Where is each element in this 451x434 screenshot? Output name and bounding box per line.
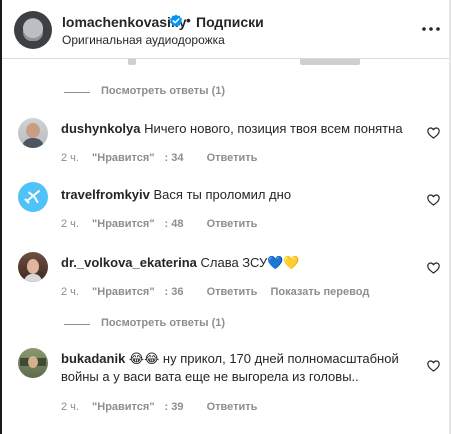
view-replies-button[interactable]: Посмотреть ответы (1) — [101, 85, 225, 97]
window-left-edge — [0, 0, 2, 434]
comment-likes[interactable]: "Нравится": 48 — [92, 218, 194, 230]
commenter-avatar[interactable] — [18, 182, 48, 212]
comment-time: 2 ч. — [61, 401, 79, 413]
likes-count: 48 — [171, 218, 184, 230]
comment-meta: 2 ч. "Нравится": 36 Ответить Показать пе… — [61, 286, 379, 298]
comment-username[interactable]: dr._volkova_ekaterina — [61, 255, 197, 270]
header-separator-dot: • — [186, 12, 191, 28]
comment-body: travelfromkyiv Вася ты проломил дно — [61, 186, 411, 204]
like-heart-icon[interactable] — [427, 262, 440, 274]
comment-time: 2 ч. — [61, 286, 79, 298]
like-heart-icon[interactable] — [427, 194, 440, 206]
author-avatar[interactable] — [14, 11, 52, 49]
comment-meta: 2 ч. "Нравится": 39 Ответить — [61, 401, 267, 413]
following-button[interactable]: Подписки — [196, 14, 264, 30]
verified-badge-icon — [169, 14, 183, 27]
likes-label: "Нравится" — [92, 286, 155, 298]
replies-line — [64, 92, 90, 93]
like-heart-icon[interactable] — [427, 360, 440, 372]
likes-count: 34 — [171, 152, 184, 164]
likes-count: 36 — [171, 286, 184, 298]
likes-label: "Нравится" — [92, 152, 155, 164]
comment-body: dushynkolya Ничего нового, позиция твоя … — [61, 120, 411, 138]
comment-text: Вася ты проломил дно — [153, 187, 292, 202]
comment-username[interactable]: dushynkolya — [61, 121, 140, 136]
likes-label: "Нравится" — [92, 218, 155, 230]
clipped-comment-fragment — [300, 59, 360, 65]
commenter-avatar[interactable] — [18, 348, 48, 378]
view-replies-button[interactable]: Посмотреть ответы (1) — [101, 317, 225, 329]
show-translation-button[interactable]: Показать перевод — [271, 286, 370, 298]
comment-meta: 2 ч. "Нравится": 34 Ответить — [61, 152, 267, 164]
reply-button[interactable]: Ответить — [207, 286, 258, 298]
comment-time: 2 ч. — [61, 218, 79, 230]
comment-body: bukadanik 😂😂 ну прикол, 170 дней полнома… — [61, 350, 411, 386]
comment-text: Ничего нового, позиция твоя всем понятна — [144, 121, 403, 136]
comment-username[interactable]: bukadanik — [61, 351, 125, 366]
author-username[interactable]: lomachenkovasiliy — [62, 14, 187, 30]
reply-button[interactable]: Ответить — [207, 401, 258, 413]
clipped-comment-fragment — [128, 59, 136, 65]
reply-button[interactable]: Ответить — [207, 152, 258, 164]
original-audio-link[interactable]: Оригинальная аудиодорожка — [62, 33, 225, 47]
like-heart-icon[interactable] — [427, 127, 440, 139]
airplane-icon — [24, 190, 40, 204]
replies-line — [64, 324, 90, 325]
comment-text: Слава ЗСУ💙💛 — [200, 255, 300, 270]
likes-label: "Нравится" — [92, 401, 155, 413]
comment-meta: 2 ч. "Нравится": 48 Ответить — [61, 218, 267, 230]
commenter-avatar[interactable] — [18, 118, 48, 148]
comment-body: dr._volkova_ekaterina Слава ЗСУ💙💛 — [61, 254, 411, 272]
comment-username[interactable]: travelfromkyiv — [61, 187, 150, 202]
likes-count: 39 — [171, 401, 184, 413]
header-divider — [2, 58, 449, 59]
comment-likes[interactable]: "Нравится": 36 — [92, 286, 194, 298]
reply-button[interactable]: Ответить — [207, 218, 258, 230]
more-options-icon[interactable] — [421, 26, 441, 32]
post-header: lomachenkovasiliy • Подписки Оригинальна… — [0, 0, 451, 58]
comment-likes[interactable]: "Нравится": 39 — [92, 401, 194, 413]
comment-time: 2 ч. — [61, 152, 79, 164]
commenter-avatar[interactable] — [18, 252, 48, 282]
comment-likes[interactable]: "Нравится": 34 — [92, 152, 194, 164]
